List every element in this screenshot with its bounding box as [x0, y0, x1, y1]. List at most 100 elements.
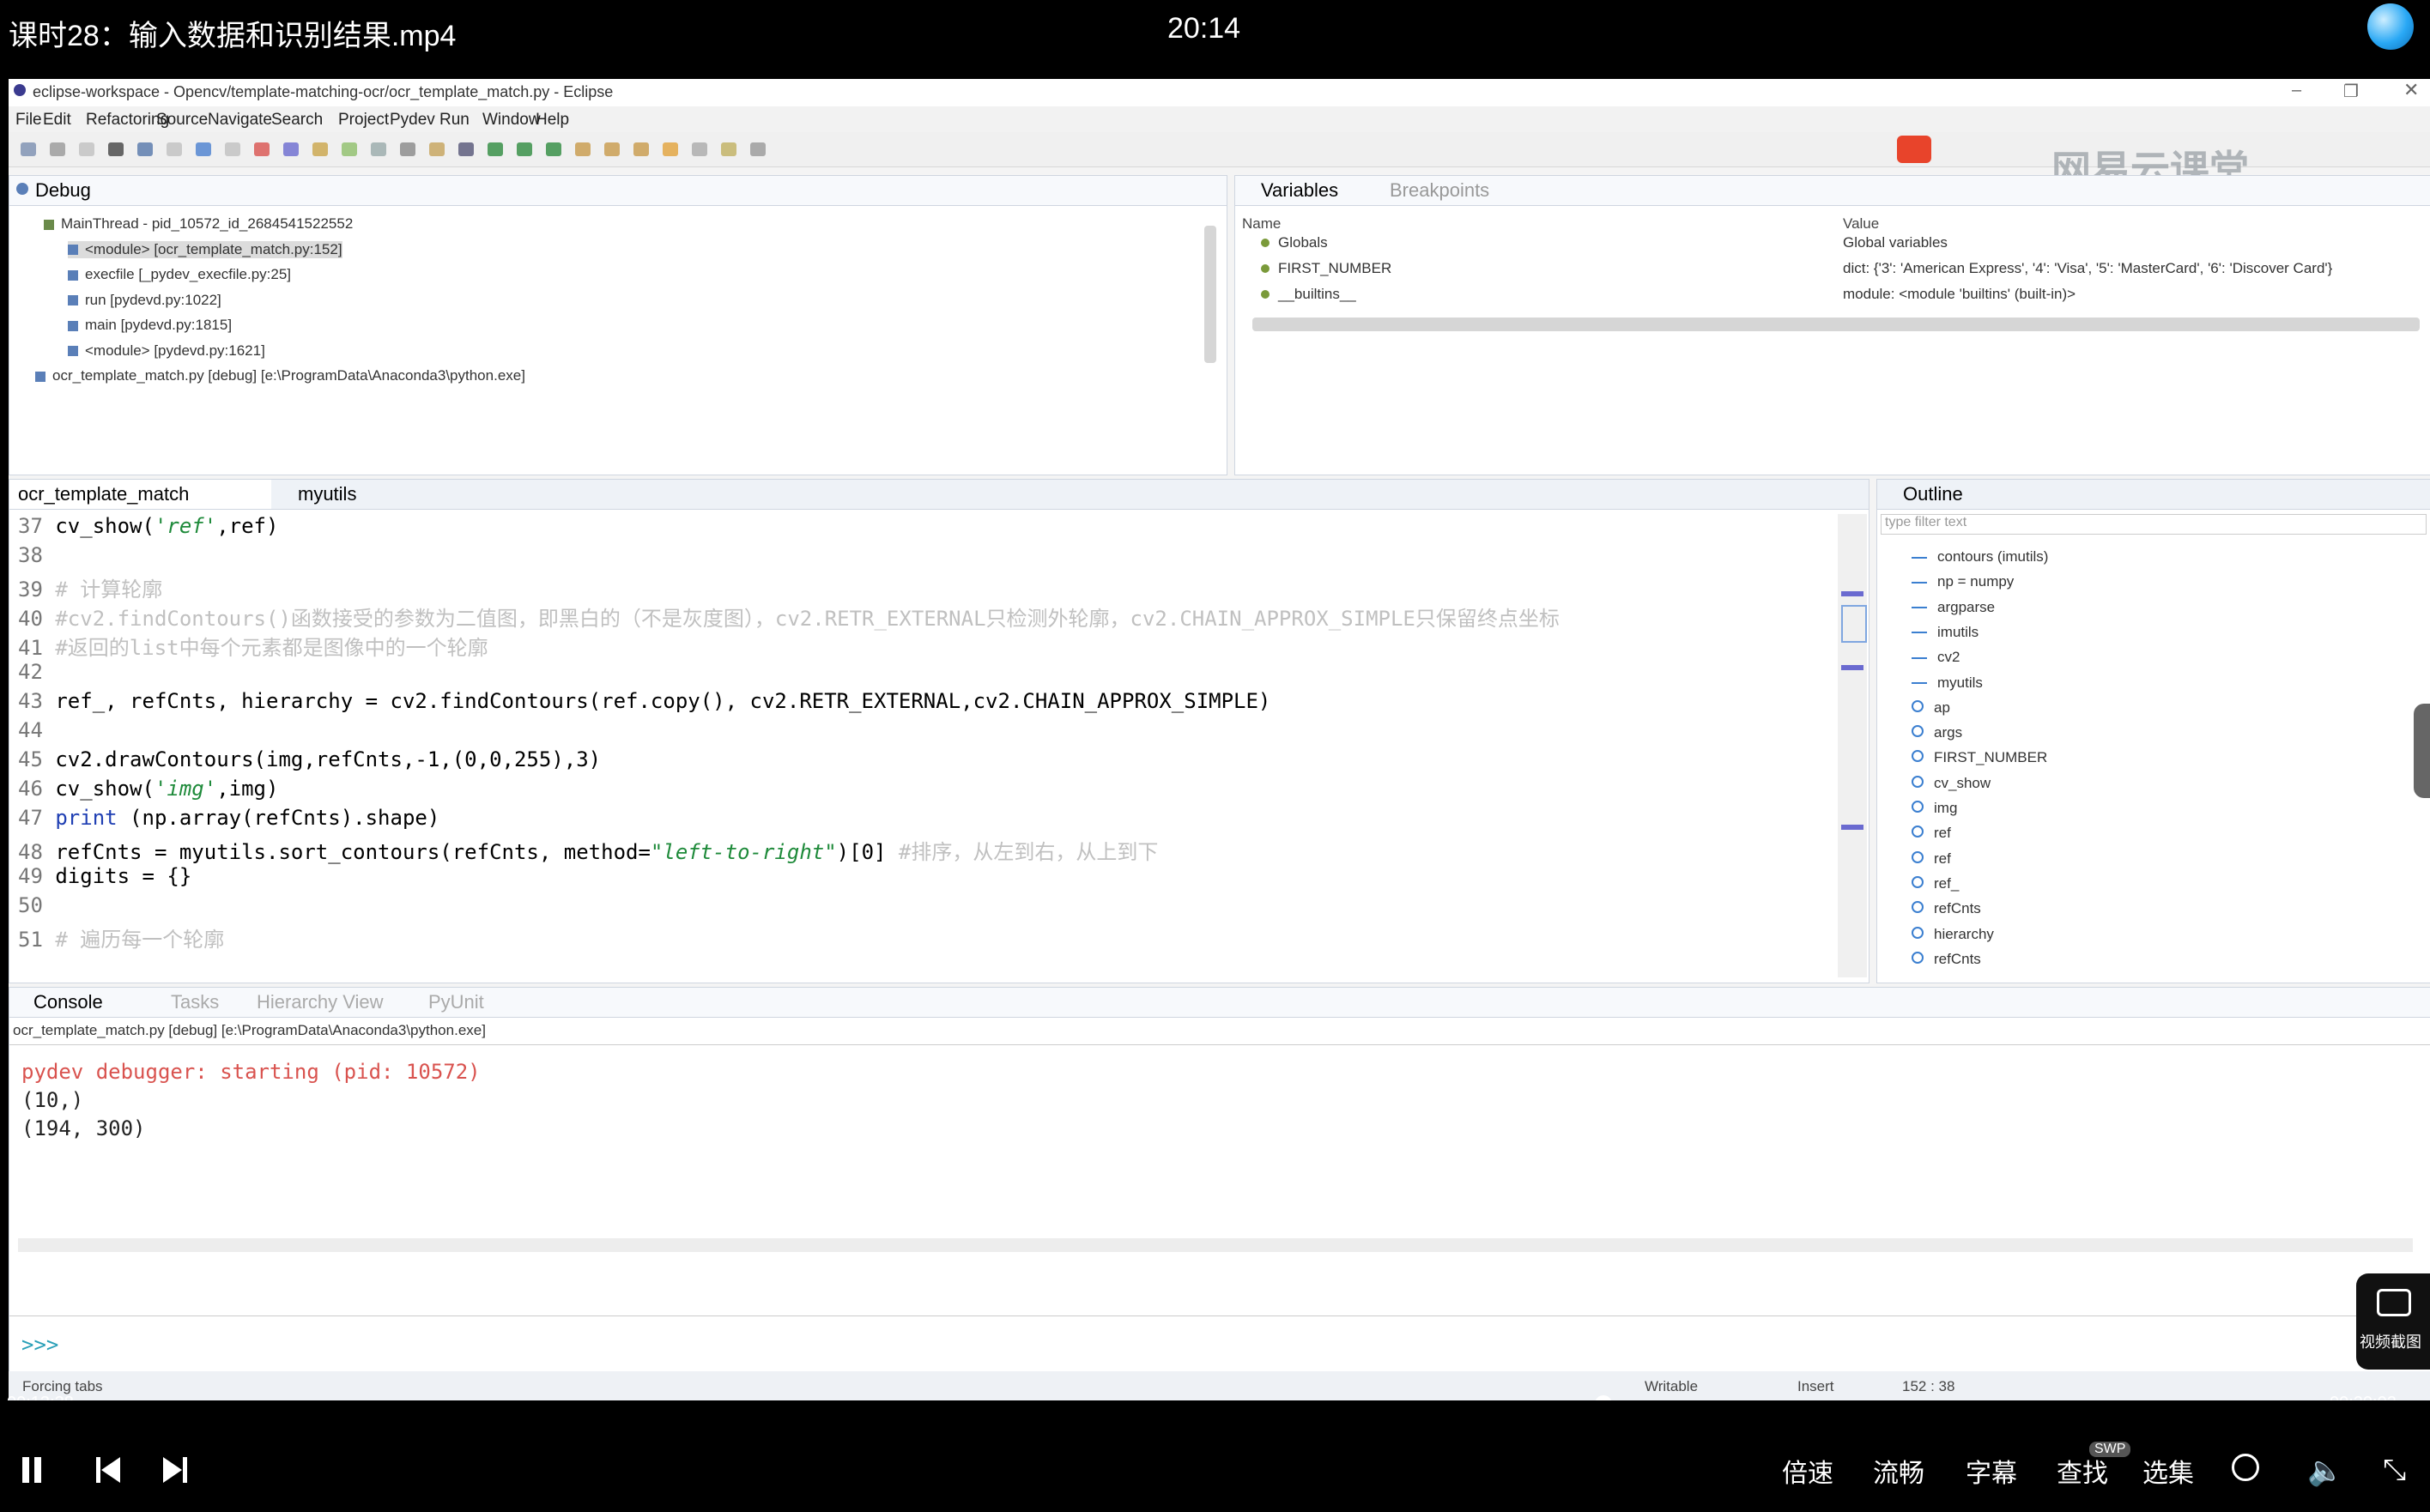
code-line[interactable]: 44 [18, 718, 55, 742]
outline-item[interactable]: argparse [1912, 599, 1995, 616]
toolbar-icon[interactable] [517, 142, 532, 156]
app-logo-icon[interactable] [2367, 3, 2414, 50]
console-prompt[interactable]: >>> [21, 1333, 58, 1357]
toolbar-icon[interactable] [225, 142, 240, 156]
player-control-1[interactable]: 流畅 [1873, 1452, 1924, 1490]
player-control-3[interactable]: 查找 [2057, 1452, 2108, 1490]
exit-fullscreen-icon[interactable]: ⤡ [2383, 1454, 2406, 1487]
console-hscrollbar[interactable] [18, 1238, 2413, 1252]
code-line[interactable]: 46 cv_show('img',img) [18, 777, 278, 801]
toolbar-icon[interactable] [575, 142, 591, 156]
variable-name[interactable]: FIRST_NUMBER [1261, 260, 1391, 277]
outline-item[interactable]: ref [1912, 825, 1951, 842]
outline-item[interactable]: cv2 [1912, 649, 1960, 666]
toolbar-icon[interactable] [633, 142, 649, 156]
toolbar-icon[interactable] [663, 142, 678, 156]
outline-item[interactable]: refCnts [1912, 951, 1981, 968]
variable-name[interactable]: __builtins__ [1261, 286, 1356, 303]
code-line[interactable]: 49 digits = {} [18, 864, 191, 888]
prev-icon[interactable] [96, 1457, 100, 1483]
menu-window[interactable]: Window [482, 111, 541, 130]
outline-item[interactable]: ap [1912, 699, 1950, 717]
code-line[interactable]: 43 ref_, refCnts, hierarchy = cv2.findCo… [18, 689, 1270, 713]
side-handle[interactable] [2414, 704, 2430, 798]
code-line[interactable]: 50 [18, 893, 55, 917]
player-control-2[interactable]: 字幕 [1966, 1452, 2017, 1490]
next-icon[interactable] [163, 1457, 182, 1483]
toolbar-icon[interactable] [546, 142, 561, 156]
code-line[interactable]: 45 cv2.drawContours(img,refCnts,-1,(0,0,… [18, 747, 601, 771]
toolbar-icon[interactable] [400, 142, 415, 156]
debug-thread[interactable]: MainThread - pid_10572_id_2684541522552 [44, 215, 353, 233]
toolbar-icon[interactable] [342, 142, 357, 156]
menu-project[interactable]: Project [338, 111, 389, 130]
toolbar-icon[interactable] [458, 142, 474, 156]
debug-frame[interactable]: <module> [pydevd.py:1621] [68, 342, 265, 360]
menu-source[interactable]: Source [156, 111, 208, 130]
menu-file[interactable]: File [15, 111, 42, 130]
toolbar-icon[interactable] [79, 142, 94, 156]
toolbar-icon[interactable] [108, 142, 124, 156]
toolbar-icon[interactable] [254, 142, 270, 156]
toolbar-icon[interactable] [750, 142, 766, 156]
debug-frame[interactable]: main [pydevd.py:1815] [68, 317, 232, 334]
outline-item[interactable]: hierarchy [1912, 926, 1994, 943]
toolbar-icon[interactable] [50, 142, 65, 156]
code-line[interactable]: 37 cv_show('ref',ref) [18, 514, 278, 538]
variables-hscrollbar[interactable] [1252, 318, 2420, 331]
minimize-button[interactable]: – [2292, 81, 2301, 100]
toolbar-icon[interactable] [721, 142, 736, 156]
tab-breakpoints[interactable]: Breakpoints [1390, 179, 1489, 202]
outline-item[interactable]: img [1912, 800, 1957, 817]
debug-frame[interactable]: run [pydevd.py:1022] [68, 292, 221, 309]
outline-filter-input[interactable]: type filter text [1881, 514, 2427, 535]
toolbar-icon[interactable] [604, 142, 620, 156]
toolbar-icon[interactable] [371, 142, 386, 156]
tab-outline[interactable]: Outline [1903, 483, 1963, 505]
debug-scrollbar[interactable] [1204, 226, 1216, 363]
code-line[interactable]: 40 #cv2.findContours()函数接受的参数为二值图，即黑白的（不… [18, 602, 1560, 632]
code-line[interactable]: 39 # 计算轮廓 [18, 572, 162, 602]
code-line[interactable]: 41 #返回的list中每个元素都是图像中的一个轮廓 [18, 631, 488, 661]
volume-icon[interactable]: 🔈 [2307, 1454, 2343, 1488]
menu-navigate[interactable]: Navigate [208, 111, 272, 130]
code-line[interactable]: 51 # 遍历每一个轮廓 [18, 922, 224, 953]
tab-ocr-template-match[interactable]: ocr_template_match [18, 483, 189, 505]
toolbar-icon[interactable] [137, 142, 153, 156]
tab-variables[interactable]: Variables [1261, 179, 1338, 202]
menu-edit[interactable]: Edit [43, 111, 71, 130]
toolbar-icon[interactable] [488, 142, 503, 156]
toolbar-icon[interactable] [312, 142, 328, 156]
outline-item[interactable]: args [1912, 724, 1962, 741]
tab-hierarchy-view[interactable]: Hierarchy View [257, 991, 384, 1013]
outline-item[interactable]: cv_show [1912, 775, 1991, 792]
outline-item[interactable]: imutils [1912, 624, 1979, 641]
menu-search[interactable]: Search [271, 111, 323, 130]
player-control-0[interactable]: 倍速 [1782, 1452, 1833, 1490]
player-control-4[interactable]: 选集 [2142, 1452, 2194, 1490]
sogou-input-icon[interactable] [1897, 136, 1931, 163]
menu-help[interactable]: Help [536, 111, 569, 130]
tab-tasks[interactable]: Tasks [171, 991, 219, 1013]
close-button[interactable]: ✕ [2403, 79, 2419, 101]
target-icon[interactable] [2232, 1454, 2259, 1481]
menu-run[interactable]: Run [439, 111, 470, 130]
tab-console[interactable]: Console [33, 991, 103, 1013]
outline-item[interactable]: refCnts [1912, 900, 1981, 917]
code-area[interactable]: 37 cv_show('ref',ref) 38 39 # 计算轮廓 40 #cv2… [9, 514, 1838, 977]
outline-item[interactable]: ref [1912, 850, 1951, 868]
code-line[interactable]: 48 refCnts = myutils.sort_contours(refCn… [18, 835, 1158, 865]
outline-item[interactable]: ref_ [1912, 875, 1959, 892]
outline-item[interactable]: myutils [1912, 674, 1983, 692]
toolbar-icon[interactable] [283, 142, 299, 156]
toolbar-icon[interactable] [167, 142, 182, 156]
variable-name[interactable]: Globals [1261, 234, 1328, 251]
code-line[interactable]: 42 [18, 660, 55, 684]
outline-item[interactable]: contours (imutils) [1912, 548, 2048, 565]
screenshot-button[interactable]: 视频截图 [2356, 1273, 2430, 1370]
tab-debug[interactable]: Debug [35, 179, 91, 202]
code-line[interactable]: 38 [18, 543, 55, 567]
outline-item[interactable]: FIRST_NUMBER [1912, 749, 2047, 766]
pause-icon[interactable] [22, 1457, 29, 1483]
restore-button[interactable]: ❐ [2343, 81, 2359, 102]
